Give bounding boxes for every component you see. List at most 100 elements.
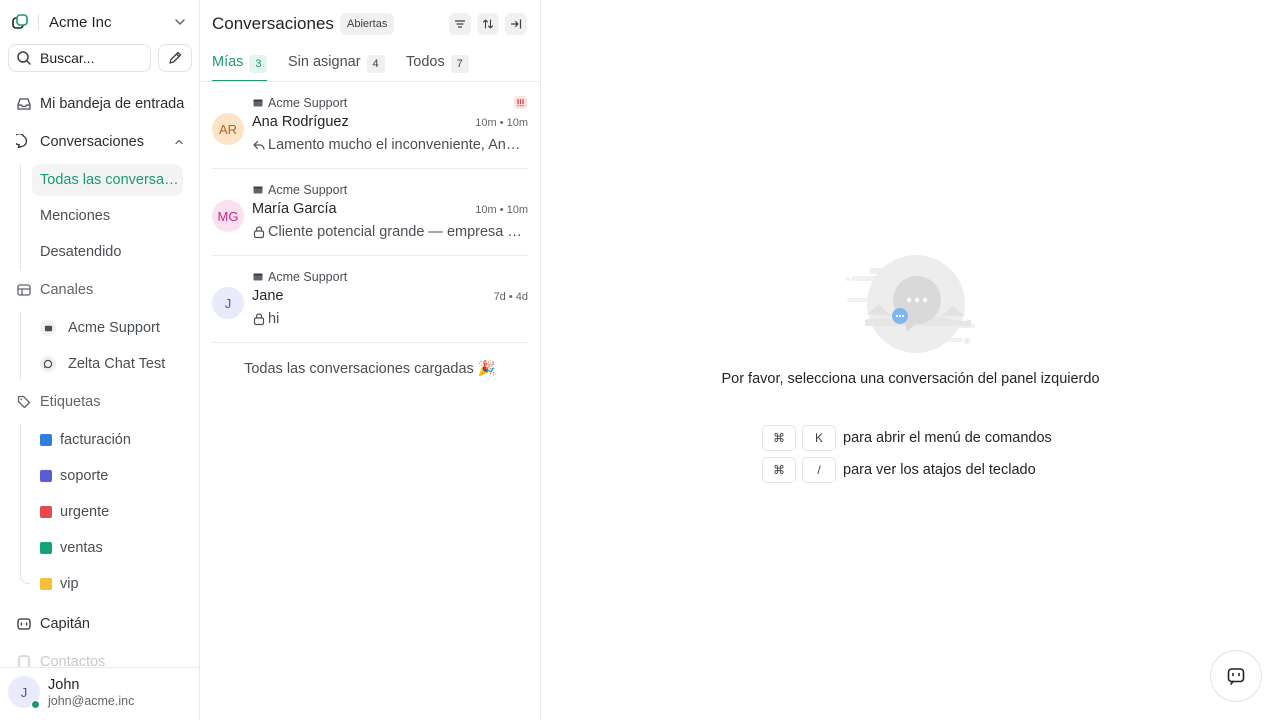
contact-name: Jane	[252, 288, 284, 304]
conversation-item[interactable]: MG Acme Support María García 10m • 10m C…	[212, 169, 528, 256]
avatar: J	[212, 287, 244, 319]
search-icon	[17, 51, 31, 65]
nav-unattended[interactable]: Desatendido	[32, 236, 183, 268]
tree-elbow	[20, 574, 30, 584]
all-loaded-message: Todas las conversaciones cargadas 🎉	[244, 361, 496, 377]
nav-label: Canales	[40, 282, 94, 298]
page-title: Conversaciones	[212, 14, 334, 33]
channel-zelta-chat-test[interactable]: Zelta Chat Test	[32, 348, 183, 380]
channel-acme-support[interactable]: Acme Support	[32, 312, 183, 344]
nav-label: Mi bandeja de entrada	[40, 96, 185, 112]
shortcut-key: K	[802, 425, 836, 451]
nav-label: Todas las conversaciones	[40, 172, 183, 188]
shortcut-description: para abrir el menú de comandos	[843, 430, 1052, 446]
channel-label: Acme Support	[68, 320, 160, 336]
label-vip[interactable]: vip	[32, 568, 183, 600]
nav-conversations[interactable]: Conversaciones	[8, 128, 192, 156]
channels-icon	[16, 282, 32, 298]
nav-all-conversations[interactable]: Todas las conversaciones	[32, 164, 183, 196]
lock-icon	[253, 226, 265, 239]
label-name: facturación	[60, 432, 131, 448]
filter-icon	[454, 20, 466, 28]
preview-text: hi	[268, 311, 280, 327]
app-logo-icon	[10, 12, 30, 32]
tab-count-badge: 4	[366, 55, 385, 73]
tab-unassigned[interactable]: Sin asignar 4	[288, 52, 385, 82]
inbox-tag: Acme Support	[252, 270, 347, 284]
avatar: AR	[212, 113, 244, 145]
message-preview: Lamento mucho el inconveniente, Ana. He …	[252, 137, 528, 153]
reply-icon	[253, 140, 265, 150]
command-key: ⌘	[762, 457, 796, 483]
label-color-swatch	[40, 578, 52, 590]
urgent-priority-icon	[514, 96, 527, 109]
status-filter-badge[interactable]: Abiertas	[340, 13, 395, 35]
bot-icon	[16, 616, 32, 632]
label-ventas[interactable]: ventas	[32, 532, 183, 564]
label-soporte[interactable]: soporte	[32, 460, 183, 492]
collapse-panel-button[interactable]	[505, 13, 527, 35]
filter-button[interactable]	[449, 13, 471, 35]
tab-label: Todos	[406, 54, 445, 70]
nav-label: Capitán	[40, 616, 90, 632]
nav-labels[interactable]: Etiquetas	[8, 388, 192, 416]
contact-name: María García	[252, 201, 337, 217]
tab-label: Mías	[212, 54, 244, 70]
chat-widget-icon	[1227, 668, 1245, 685]
shortcut-hint: ⌘ / para ver los atajos del teclado	[762, 457, 1036, 483]
tree-line	[20, 312, 21, 380]
inbox-icon	[253, 186, 263, 194]
tab-count-badge: 3	[249, 55, 268, 73]
chevron-up-icon	[172, 135, 186, 149]
inbox-tag: Acme Support	[252, 96, 347, 110]
label-urgente[interactable]: urgente	[32, 496, 183, 528]
nav-my-inbox[interactable]: Mi bandeja de entrada	[8, 90, 192, 118]
arrow-right-to-line-icon	[510, 19, 522, 29]
account-name: Acme Inc	[49, 13, 112, 31]
whatsapp-icon	[40, 356, 56, 372]
label-color-swatch	[40, 434, 52, 446]
tab-count-badge: 7	[450, 55, 469, 73]
shortcut-description: para ver los atajos del teclado	[843, 462, 1036, 478]
inbox-icon	[16, 96, 32, 112]
timestamp: 10m • 10m	[475, 117, 528, 129]
shortcut-key: /	[802, 457, 836, 483]
user-name: John	[48, 677, 80, 693]
lock-icon	[253, 313, 265, 326]
preview-text: Cliente potencial grande — empresa de lo…	[268, 224, 528, 240]
conversation-item[interactable]: AR Acme Support Ana Rodríguez 10m • 10m …	[212, 82, 528, 169]
current-user[interactable]: J John john@acme.inc	[0, 667, 199, 720]
inbox-icon	[40, 320, 56, 336]
label-name: soporte	[60, 468, 109, 484]
nav-captain[interactable]: Capitán	[8, 610, 192, 638]
search-input[interactable]	[40, 50, 140, 66]
account-switcher[interactable]: Acme Inc	[8, 8, 192, 36]
timestamp: 7d • 4d	[493, 291, 528, 303]
nav-label: Desatendido	[40, 244, 122, 260]
nav-mentions[interactable]: Menciones	[32, 200, 183, 232]
compose-button[interactable]	[158, 44, 192, 72]
tag-icon	[16, 394, 32, 410]
nav-label: Etiquetas	[40, 394, 101, 410]
tab-all[interactable]: Todos 7	[406, 52, 469, 82]
label-facturacion[interactable]: facturación	[32, 424, 183, 456]
inbox-name: Acme Support	[268, 270, 348, 284]
inbox-icon	[253, 99, 263, 107]
label-color-swatch	[40, 470, 52, 482]
nav-channels[interactable]: Canales	[8, 276, 192, 304]
timestamp: 10m • 10m	[475, 204, 528, 216]
message-preview: Cliente potencial grande — empresa de lo…	[252, 224, 528, 240]
search-box[interactable]	[8, 44, 151, 72]
avatar: MG	[212, 200, 244, 232]
contact-name: Ana Rodríguez	[252, 114, 349, 130]
tab-label: Sin asignar	[288, 54, 361, 70]
divider	[38, 14, 39, 30]
sort-button[interactable]	[477, 13, 499, 35]
chat-widget-button[interactable]	[1210, 650, 1262, 702]
tab-mine[interactable]: Mías 3	[212, 52, 268, 82]
inbox-name: Acme Support	[268, 96, 348, 110]
conversation-item[interactable]: J Acme Support Jane 7d • 4d hi	[212, 256, 528, 343]
label-name: ventas	[60, 540, 103, 556]
sort-icon	[482, 19, 494, 29]
tree-line	[20, 164, 21, 270]
